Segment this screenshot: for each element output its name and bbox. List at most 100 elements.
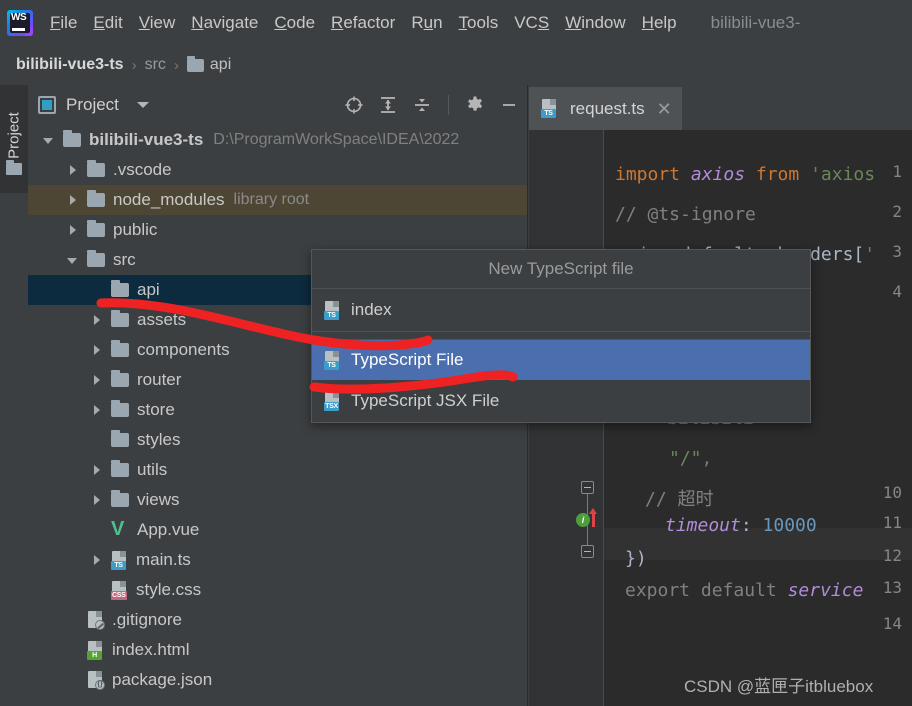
code-line: import axios from 'axios bbox=[615, 164, 875, 185]
chevron-down-icon[interactable] bbox=[42, 134, 55, 147]
popup-title: New TypeScript file bbox=[312, 250, 810, 289]
code-token: 10000 bbox=[762, 515, 817, 536]
tree-item-utils[interactable]: utils bbox=[28, 455, 527, 485]
ts-file-icon: TS bbox=[324, 350, 341, 370]
chevron-right-icon[interactable] bbox=[90, 404, 103, 417]
intention-bulb-icon[interactable]: i bbox=[576, 513, 590, 527]
tree-item-label: App.vue bbox=[137, 520, 200, 539]
css-file-icon: CSS bbox=[111, 580, 128, 600]
ts-file-icon: TS bbox=[111, 550, 128, 570]
breadcrumb-api[interactable]: api bbox=[210, 56, 231, 74]
folder-icon bbox=[87, 160, 105, 177]
tree-item-style-css[interactable]: CSS style.css bbox=[28, 575, 527, 605]
chevron-right-icon[interactable] bbox=[90, 464, 103, 477]
hide-panel-icon[interactable] bbox=[499, 95, 519, 115]
code-token: }) bbox=[625, 548, 647, 569]
json-file-icon: {} bbox=[87, 670, 105, 690]
project-panel-header: Project bbox=[28, 85, 527, 125]
window-project-title: bilibili-vue3- bbox=[710, 12, 801, 32]
menu-item-vcs[interactable]: VCS bbox=[506, 0, 557, 45]
tree-item-label: node_modules bbox=[113, 190, 225, 209]
tree-item-package-json[interactable]: {} package.json bbox=[28, 665, 527, 695]
csdn-watermark: CSDN @蓝匣子itbluebox bbox=[684, 677, 874, 696]
tree-item-views[interactable]: views bbox=[28, 485, 527, 515]
vcs-change-marker-icon[interactable] bbox=[589, 508, 597, 527]
folder-icon bbox=[111, 400, 129, 417]
collapse-all-icon[interactable] bbox=[412, 95, 432, 115]
folder-icon[interactable] bbox=[6, 160, 22, 175]
menu-item-navigate[interactable]: Navigate bbox=[183, 0, 266, 45]
menu-item-run[interactable]: Run bbox=[403, 0, 450, 45]
project-view-icon bbox=[38, 96, 56, 114]
chevron-right-icon[interactable] bbox=[66, 164, 79, 177]
chevron-right-icon[interactable] bbox=[90, 374, 103, 387]
new-typescript-file-popup[interactable]: New TypeScript file TS index TS TypeScri… bbox=[311, 249, 811, 423]
locate-in-tree-icon[interactable] bbox=[344, 95, 364, 115]
tree-item-node-modules[interactable]: node_modules library root bbox=[28, 185, 527, 215]
tree-item-app-vue[interactable]: App.vue bbox=[28, 515, 527, 545]
tree-item-bilibili-vue3-ts[interactable]: bilibili-vue3-ts D:\ProgramWorkSpace\IDEA… bbox=[28, 125, 527, 155]
menu-item-refactor[interactable]: Refactor bbox=[323, 0, 403, 45]
breadcrumb-separator: › bbox=[131, 56, 137, 74]
editor-tab-request-ts[interactable]: TS request.ts ✕ bbox=[529, 87, 682, 130]
chevron-right-icon[interactable] bbox=[90, 344, 103, 357]
chevron-down-icon[interactable] bbox=[66, 254, 79, 267]
tree-item-styles[interactable]: styles bbox=[28, 425, 527, 455]
project-panel-title: Project bbox=[66, 95, 119, 114]
tree-item-label: styles bbox=[137, 430, 181, 449]
toolbar-divider bbox=[448, 95, 449, 115]
chevron-right-icon[interactable] bbox=[66, 194, 79, 207]
folder-icon bbox=[186, 55, 204, 72]
menu-item-view[interactable]: View bbox=[131, 0, 184, 45]
left-tool-strip: Project bbox=[0, 85, 28, 706]
menu-item-code[interactable]: Code bbox=[266, 0, 323, 45]
chevron-right-icon[interactable] bbox=[66, 224, 79, 237]
code-token: service bbox=[787, 580, 864, 601]
popup-separator bbox=[312, 331, 810, 340]
menu-item-tools[interactable]: Tools bbox=[451, 0, 507, 45]
fold-collapse-icon[interactable] bbox=[581, 481, 594, 494]
chevron-down-icon[interactable] bbox=[136, 102, 149, 108]
close-icon[interactable]: ✕ bbox=[657, 100, 672, 118]
settings-gear-icon[interactable] bbox=[465, 95, 485, 115]
menu-item-edit[interactable]: Edit bbox=[85, 0, 130, 45]
tree-item-vscode[interactable]: .vscode bbox=[28, 155, 527, 185]
menu-item-window[interactable]: Window bbox=[557, 0, 633, 45]
popup-item-typescript-file[interactable]: TS TypeScript File bbox=[312, 340, 810, 380]
code-line: // @ts-ignore bbox=[615, 204, 756, 225]
tree-item-label: api bbox=[137, 280, 160, 299]
chevron-right-icon[interactable] bbox=[90, 494, 103, 507]
tree-item-label: bilibili-vue3-ts bbox=[89, 130, 204, 149]
vue-file-icon bbox=[111, 518, 129, 540]
tree-item-path: D:\ProgramWorkSpace\IDEA\2022 bbox=[213, 131, 460, 148]
menu-bar: WS File Edit View Navigate Code Refactor… bbox=[0, 0, 912, 45]
popup-item-typescript-jsx-file[interactable]: TSX TypeScript JSX File bbox=[312, 380, 810, 422]
chevron-right-icon[interactable] bbox=[90, 314, 103, 327]
code-token: timeout bbox=[665, 515, 741, 536]
editor-tab-label: request.ts bbox=[570, 98, 645, 118]
tree-item-gitignore[interactable]: .gitignore bbox=[28, 605, 527, 635]
breadcrumb-src[interactable]: src bbox=[145, 56, 166, 74]
html-file-icon: H bbox=[87, 640, 104, 660]
tree-item-label: assets bbox=[137, 310, 187, 329]
tree-item-index-html[interactable]: Hindex.html bbox=[28, 635, 527, 665]
code-token: 'axios bbox=[810, 164, 876, 185]
breadcrumb: bilibili-vue3-ts › src › api bbox=[0, 45, 912, 85]
popup-item-index[interactable]: TS index bbox=[312, 289, 810, 331]
menu-item-help[interactable]: Help bbox=[634, 0, 685, 45]
tree-item-public[interactable]: public bbox=[28, 215, 527, 245]
expand-all-icon[interactable] bbox=[378, 95, 398, 115]
popup-item-label: index bbox=[351, 300, 392, 319]
fold-collapse-icon[interactable] bbox=[581, 545, 594, 558]
tree-item-main-ts[interactable]: TS main.ts bbox=[28, 545, 527, 575]
menu-item-file[interactable]: File bbox=[42, 0, 85, 45]
chevron-right-icon[interactable] bbox=[90, 554, 103, 567]
code-token: import bbox=[615, 164, 691, 185]
tree-item-label: utils bbox=[137, 460, 168, 479]
code-token: : bbox=[740, 515, 763, 536]
breadcrumb-project[interactable]: bilibili-vue3-ts bbox=[16, 56, 124, 74]
tool-tab-project[interactable]: Project bbox=[0, 85, 28, 193]
